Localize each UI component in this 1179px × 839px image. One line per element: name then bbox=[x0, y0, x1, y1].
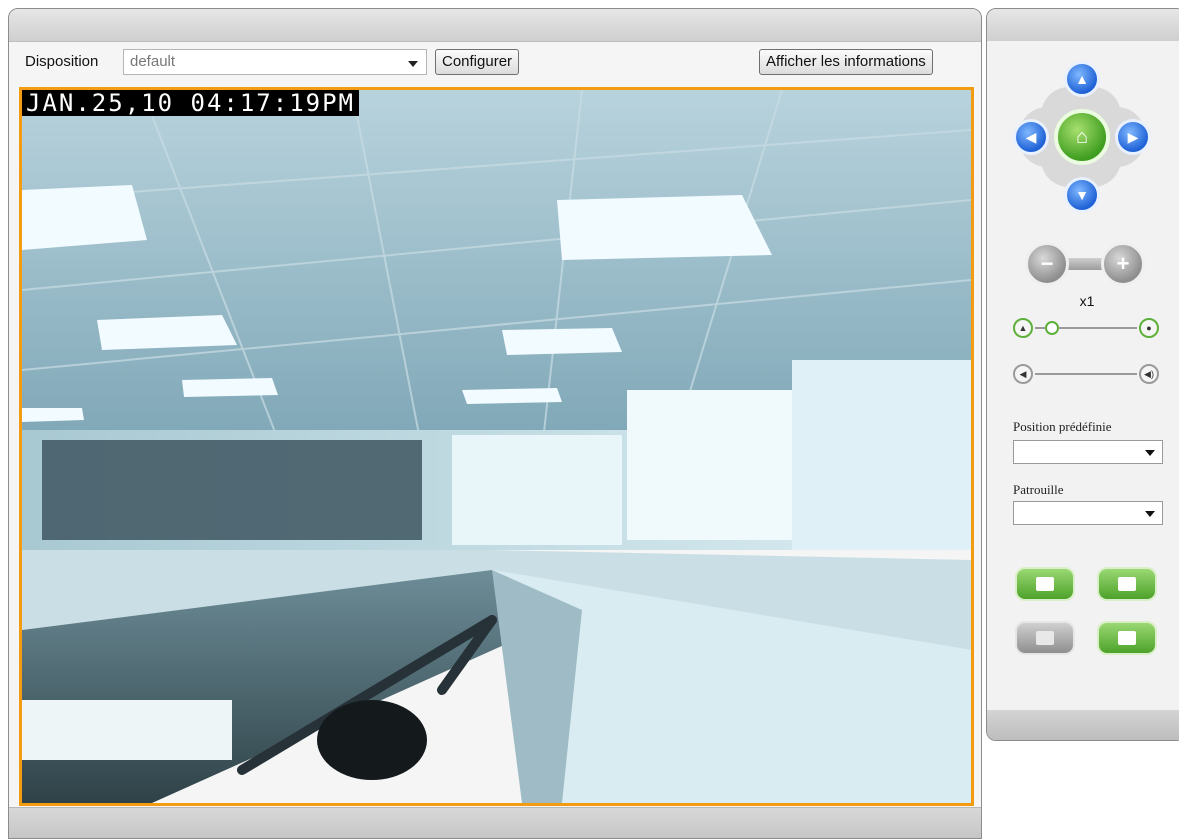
viewer-toolbar: Disposition default Configurer Afficher … bbox=[9, 47, 981, 77]
list-button[interactable] bbox=[1015, 621, 1075, 655]
layout-select-value: default bbox=[130, 53, 176, 70]
preset-select[interactable] bbox=[1013, 440, 1163, 464]
camera-video-feed[interactable]: JAN.25,10 04:17:19PM bbox=[19, 87, 974, 806]
viewer-bottom-bar bbox=[9, 807, 981, 838]
patrol-select[interactable] bbox=[1013, 501, 1163, 525]
plus-icon: + bbox=[1116, 251, 1130, 276]
zoom-out-button[interactable]: − bbox=[1025, 242, 1069, 286]
home-icon: ⌂ bbox=[1075, 125, 1089, 148]
layout-select[interactable]: default bbox=[123, 49, 427, 75]
focus-far-icon[interactable]: ▲ bbox=[1013, 318, 1033, 338]
chevron-down-icon bbox=[1145, 511, 1155, 517]
layout-label: Disposition bbox=[25, 53, 99, 70]
home-position-button[interactable]: ⌂ bbox=[1054, 109, 1110, 165]
snapshot-button[interactable] bbox=[1015, 567, 1075, 601]
preset-label: Position prédéfinie bbox=[1013, 419, 1112, 434]
video-timestamp: JAN.25,10 04:17:19PM bbox=[22, 90, 359, 116]
pan-right-button[interactable]: ▶ bbox=[1115, 119, 1151, 155]
chevron-down-icon bbox=[408, 61, 418, 67]
volume-slider-track bbox=[1035, 373, 1137, 375]
fullscreen-icon bbox=[1118, 631, 1136, 645]
viewer-title-bar bbox=[9, 9, 981, 42]
patrol-label: Patrouille bbox=[1013, 482, 1064, 497]
video-camera-icon bbox=[1118, 577, 1136, 591]
volume-high-icon[interactable]: ◀) bbox=[1139, 364, 1159, 384]
fullscreen-button[interactable] bbox=[1097, 621, 1157, 655]
show-info-button[interactable]: Afficher les informations bbox=[759, 49, 933, 75]
focus-slider[interactable]: ▲ ● bbox=[1013, 317, 1159, 339]
focus-slider-thumb[interactable] bbox=[1045, 321, 1059, 335]
camera-image bbox=[22, 90, 971, 803]
zoom-in-button[interactable]: + bbox=[1101, 242, 1145, 286]
viewer-panel: Disposition default Configurer Afficher … bbox=[8, 8, 982, 839]
arrow-up-icon: ▲ bbox=[1075, 71, 1089, 87]
focus-near-icon[interactable]: ● bbox=[1139, 318, 1159, 338]
camera-icon bbox=[1036, 577, 1054, 591]
ptz-direction-pad: ▲ ▼ ◀ ▶ ⌂ bbox=[1013, 59, 1151, 219]
pan-left-button[interactable]: ◀ bbox=[1013, 119, 1049, 155]
pan-down-button[interactable]: ▼ bbox=[1064, 177, 1100, 213]
configure-button[interactable]: Configurer bbox=[435, 49, 520, 75]
zoom-level: x1 bbox=[1079, 293, 1095, 309]
arrow-left-icon: ◀ bbox=[1025, 128, 1037, 145]
volume-low-icon[interactable]: ◀ bbox=[1013, 364, 1033, 384]
zoom-control: − + bbox=[1025, 242, 1145, 286]
control-panel-bottom-bar bbox=[987, 710, 1179, 740]
arrow-down-icon: ▼ bbox=[1075, 187, 1089, 203]
control-panel-title-bar bbox=[987, 9, 1179, 41]
volume-slider[interactable]: ◀ ◀) bbox=[1013, 363, 1159, 385]
ptz-control-panel: ▲ ▼ ◀ ▶ ⌂ − + x1 ▲ ● ◀ ◀) Position prédé… bbox=[986, 8, 1179, 741]
list-icon bbox=[1036, 631, 1054, 645]
arrow-right-icon: ▶ bbox=[1127, 128, 1139, 145]
record-button[interactable] bbox=[1097, 567, 1157, 601]
pan-up-button[interactable]: ▲ bbox=[1064, 61, 1100, 97]
chevron-down-icon bbox=[1145, 450, 1155, 456]
minus-icon: − bbox=[1040, 251, 1054, 276]
